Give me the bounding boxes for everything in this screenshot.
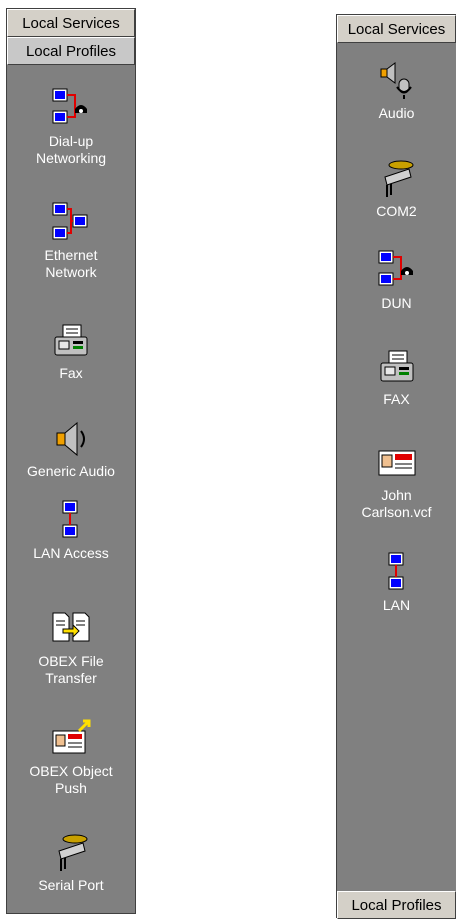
item-label: FAX xyxy=(337,391,456,408)
lan-access-icon xyxy=(49,499,93,543)
profile-item-dialup-networking[interactable]: Dial-up Networking xyxy=(7,87,135,167)
lan-access-icon xyxy=(375,551,419,595)
item-label: OBEX Object Push xyxy=(11,763,131,797)
serial-port-icon xyxy=(375,157,419,201)
service-item-audio[interactable]: Audio xyxy=(337,59,456,122)
local-profiles-tab[interactable]: Local Profiles xyxy=(337,891,456,919)
dialup-networking-icon xyxy=(375,249,419,293)
profile-item-obex-file-transfer[interactable]: OBEX File Transfer xyxy=(7,607,135,687)
dialup-networking-icon xyxy=(49,87,93,131)
item-label: Serial Port xyxy=(11,877,131,894)
service-item-com2[interactable]: COM2 xyxy=(337,157,456,220)
business-card-icon xyxy=(375,441,419,485)
right-services-panel: Local Services Audio COM2 DUN xyxy=(336,14,456,918)
business-card-push-icon xyxy=(49,717,93,761)
item-label: COM2 xyxy=(337,203,456,220)
item-label: OBEX File Transfer xyxy=(11,653,131,687)
profile-item-lan-access[interactable]: LAN Access xyxy=(7,499,135,562)
profile-item-obex-object-push[interactable]: OBEX Object Push xyxy=(7,717,135,797)
local-services-tab[interactable]: Local Services xyxy=(337,15,456,43)
item-label: Generic Audio xyxy=(11,463,131,480)
item-label: LAN Access xyxy=(11,545,131,562)
profile-item-serial-port[interactable]: Serial Port xyxy=(7,831,135,894)
item-label: Ethernet Network xyxy=(11,247,131,281)
headset-audio-icon xyxy=(375,59,419,103)
local-services-tab[interactable]: Local Services xyxy=(7,9,135,37)
speaker-icon xyxy=(49,417,93,461)
file-transfer-icon xyxy=(49,607,93,651)
service-item-dun[interactable]: DUN xyxy=(337,249,456,312)
left-services-panel: Local Services Local Profiles Dial-up Ne… xyxy=(6,8,136,914)
ethernet-network-icon xyxy=(49,201,93,245)
item-label: Audio xyxy=(337,105,456,122)
item-label: Fax xyxy=(11,365,131,382)
service-item-lan[interactable]: LAN xyxy=(337,551,456,614)
fax-icon xyxy=(49,319,93,363)
fax-icon xyxy=(375,345,419,389)
profile-item-generic-audio[interactable]: Generic Audio xyxy=(7,417,135,480)
item-label: LAN xyxy=(337,597,456,614)
item-label: John Carlson.vcf xyxy=(337,487,456,521)
item-label: DUN xyxy=(337,295,456,312)
local-profiles-tab[interactable]: Local Profiles xyxy=(7,37,135,65)
item-label: Dial-up Networking xyxy=(11,133,131,167)
profile-item-fax[interactable]: Fax xyxy=(7,319,135,382)
profile-item-ethernet-network[interactable]: Ethernet Network xyxy=(7,201,135,281)
service-item-vcard[interactable]: John Carlson.vcf xyxy=(337,441,456,521)
serial-port-icon xyxy=(49,831,93,875)
service-item-fax[interactable]: FAX xyxy=(337,345,456,408)
